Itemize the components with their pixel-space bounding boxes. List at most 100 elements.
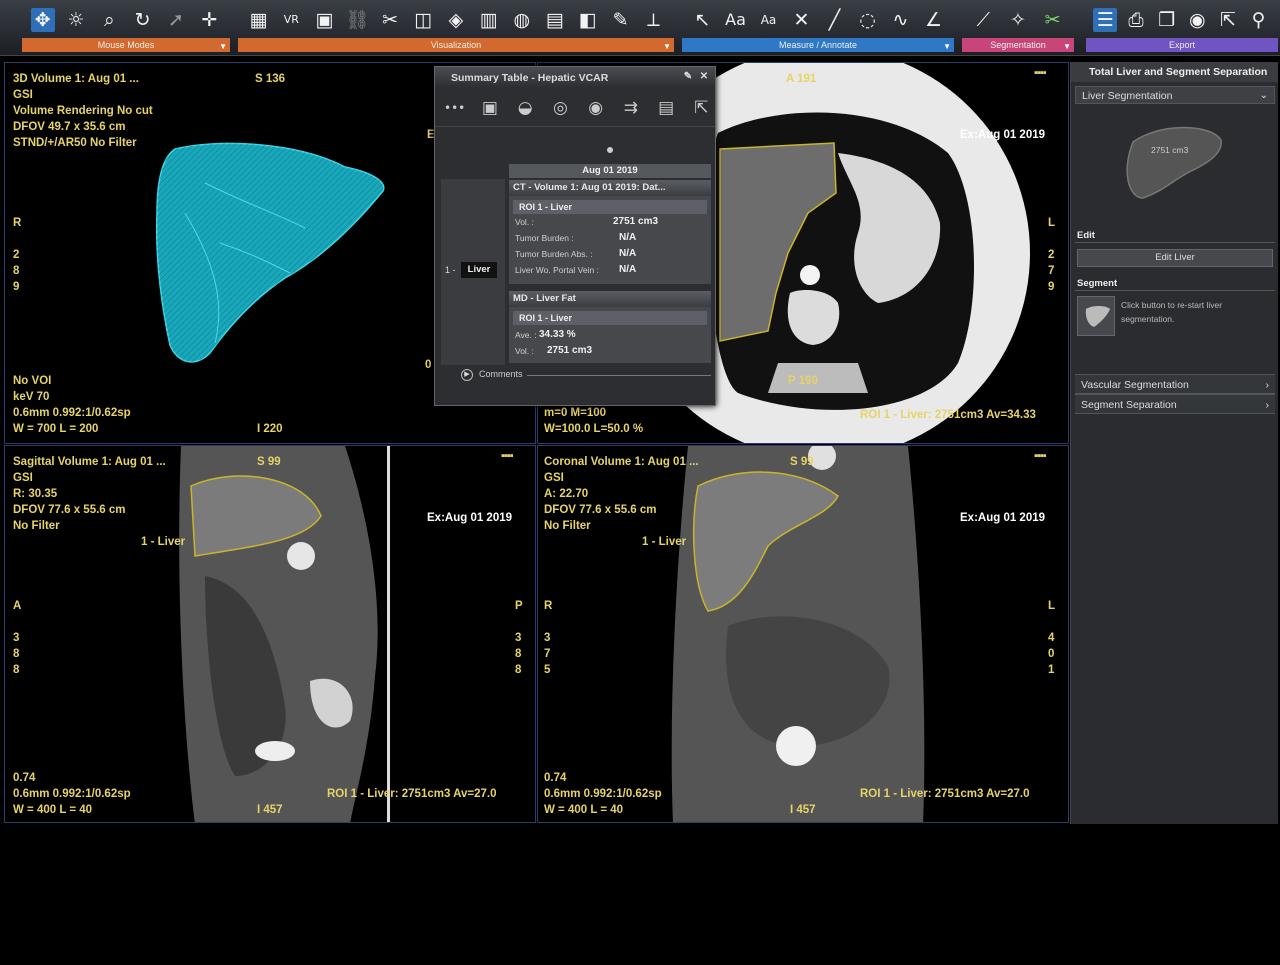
angle-icon[interactable]: ∠ <box>922 8 946 32</box>
edit-icon[interactable]: ✎ <box>681 70 695 84</box>
liver-view-icon[interactable]: ◒ <box>512 98 539 118</box>
seg-magic-icon[interactable]: ✧ <box>1006 8 1030 32</box>
magnify-icon[interactable]: ⌕ <box>97 8 121 32</box>
liver-shape-icon <box>1085 306 1110 327</box>
report-icon[interactable]: ▤ <box>653 98 680 118</box>
volume-icon[interactable]: ◈ <box>444 8 468 32</box>
person-icon[interactable]: ⚲ <box>1247 8 1271 32</box>
liver-segmentation-dropdown[interactable]: Liver Segmentation ⌄ <box>1075 86 1275 104</box>
orientation-digit: 0 <box>1048 648 1055 660</box>
orientation-digit: 3 <box>544 632 551 644</box>
orientation-digit: 8 <box>13 648 20 660</box>
close-icon[interactable]: ✕ <box>697 70 711 84</box>
tumor-burden-abs-row: Tumor Burden Abs. : N/A <box>515 246 705 262</box>
crosshair-icon[interactable]: ✛ <box>197 8 221 32</box>
curve-icon[interactable]: ∿ <box>889 8 913 32</box>
section-header-liver-fat[interactable]: MD - Liver Fat <box>509 291 711 307</box>
summary-table-dialog[interactable]: Summary Table - Hepatic VCAR ✎ ✕ ••• ▣ ◒… <box>434 66 716 406</box>
camera-icon[interactable]: ◉ <box>1185 8 1209 32</box>
orientation-spacer <box>544 614 552 630</box>
visibility-icon[interactable]: ◎ <box>547 98 574 118</box>
line-icon[interactable]: ╱ <box>823 8 847 32</box>
pan-zoom-icon[interactable]: ✥ <box>30 8 55 32</box>
chevron-right-icon: › <box>1265 379 1270 391</box>
vol-row: Vol. : 2751 cm3 <box>515 214 705 230</box>
rotate-icon[interactable]: ↻ <box>131 8 155 32</box>
film-icon[interactable]: ▤ <box>543 8 567 32</box>
text-small-icon[interactable]: Aa <box>757 8 781 32</box>
print-icon[interactable]: ⎙ <box>1124 8 1148 32</box>
chevron-down-icon[interactable]: ▼ <box>943 42 951 51</box>
pointer-icon[interactable]: ➚ <box>164 8 188 32</box>
ruler-icon[interactable]: ⟂ <box>642 8 666 32</box>
orientation-digit: 8 <box>13 265 20 277</box>
chevron-down-icon[interactable]: ▼ <box>1063 42 1071 51</box>
row-label-liver[interactable]: Liver <box>461 262 497 278</box>
overlay-line: DFOV 49.7 x 35.6 cm <box>13 121 126 133</box>
comments-label[interactable]: Comments <box>479 369 523 379</box>
segment-separation-link[interactable]: Segment Separation › <box>1075 394 1275 414</box>
seg-scalpel-icon[interactable]: ⟋ <box>971 8 995 32</box>
roi-header: ROI 1 - Liver <box>513 311 707 325</box>
globe-icon[interactable]: ◍ <box>510 8 534 32</box>
more-options-icon[interactable]: ▪▪▪▪ <box>1034 67 1047 79</box>
expand-comments-icon[interactable]: ▶ <box>461 369 473 381</box>
row-value: N/A <box>619 264 637 275</box>
list-icon[interactable]: ☰ <box>1093 8 1118 32</box>
dropdown-label: Liver Segmentation <box>1082 90 1173 102</box>
row-label: Vol. : <box>515 217 534 227</box>
camera-icon[interactable]: ◉ <box>582 98 609 118</box>
cube-icon[interactable]: ◫ <box>411 8 435 32</box>
slice-number: S 136 <box>255 73 286 85</box>
export-icon[interactable]: ⇱ <box>688 98 715 118</box>
main-toolbar: ✥ ☼ ⌕ ↻ ➚ ✛ Mouse Modes ▼ ▦ VR ▣ ⛓ ✂ ◫ ◈… <box>0 0 1280 56</box>
edit-liver-button[interactable]: Edit Liver <box>1077 249 1273 267</box>
export-icon[interactable]: ⇱ <box>1216 8 1240 32</box>
screen-capture-icon[interactable]: ▣ <box>476 98 503 118</box>
ellipse-icon[interactable]: ◌ <box>856 8 880 32</box>
row-value: N/A <box>619 248 637 259</box>
orientation-letter: P <box>515 600 523 612</box>
chevron-down-icon[interactable]: ▼ <box>663 42 671 51</box>
row-value: 2751 cm3 <box>613 216 659 227</box>
vascular-segmentation-link[interactable]: Vascular Segmentation › <box>1075 374 1275 394</box>
link-icon[interactable]: ⛓ <box>345 8 369 32</box>
more-options-icon[interactable]: ▪▪▪▪ <box>501 450 514 462</box>
text-icon[interactable]: Aa <box>724 8 748 32</box>
vr-icon[interactable]: VR <box>279 8 303 32</box>
timeline-dot[interactable] <box>607 147 613 153</box>
restart-segmentation-button[interactable] <box>1077 296 1115 336</box>
brush-icon[interactable]: ✎ <box>609 8 633 32</box>
section-header-ct[interactable]: CT - Volume 1: Aug 01 2019: Dat... <box>509 180 711 196</box>
overlay-line: keV 70 <box>13 391 50 403</box>
overlay-bottom-left: m=0 M=100 W=100.0 L=50.0 % <box>544 405 643 437</box>
lut-icon[interactable]: ◧ <box>576 8 600 32</box>
slab-icon[interactable]: ▥ <box>477 8 501 32</box>
cross-icon[interactable]: ✕ <box>790 8 814 32</box>
monitor-icon[interactable]: ▣ <box>312 8 336 32</box>
edit-section-label: Edit <box>1077 230 1095 241</box>
send-icon[interactable]: ⇉ <box>617 98 644 118</box>
overlay-line: 0.6mm 0.992:1/0.62sp <box>13 407 131 419</box>
layout-icon[interactable]: ▦ <box>246 8 270 32</box>
liver-thumbnail <box>1126 126 1222 199</box>
copy-icon[interactable]: ❐ <box>1155 8 1179 32</box>
orientation-letter: R <box>544 600 553 612</box>
orientation-spacer <box>515 614 523 630</box>
arrow-icon[interactable]: ↖ <box>691 8 715 32</box>
dialog-title-bar[interactable]: Summary Table - Hepatic VCAR ✎ ✕ <box>435 67 715 89</box>
more-options-icon[interactable]: ▪▪▪▪ <box>1034 450 1047 462</box>
orientation-digit: 2 <box>1048 249 1055 261</box>
overlay-line: STND/+/AR50 No Filter <box>13 137 137 149</box>
image-number: I 220 <box>257 423 283 435</box>
orientation-right: P 3 8 8 <box>515 598 523 678</box>
viewport-coronal[interactable]: Coronal Volume 1: Aug 01 ... GSI A: 22.7… <box>537 445 1069 823</box>
overlay-bottom-left: 0.74 0.6mm 0.992:1/0.62sp W = 400 L = 40 <box>13 770 131 818</box>
chevron-down-icon[interactable]: ▼ <box>219 42 227 51</box>
more-icon[interactable]: ••• <box>441 101 468 115</box>
cut-icon[interactable]: ✂ <box>378 8 402 32</box>
viewport-sagittal[interactable]: Sagittal Volume 1: Aug 01 ... GSI R: 30.… <box>4 445 536 823</box>
brightness-icon[interactable]: ☼ <box>64 8 88 32</box>
seg-scissors-icon[interactable]: ✂ <box>1041 8 1065 32</box>
orientation-digit: 7 <box>1048 265 1055 277</box>
